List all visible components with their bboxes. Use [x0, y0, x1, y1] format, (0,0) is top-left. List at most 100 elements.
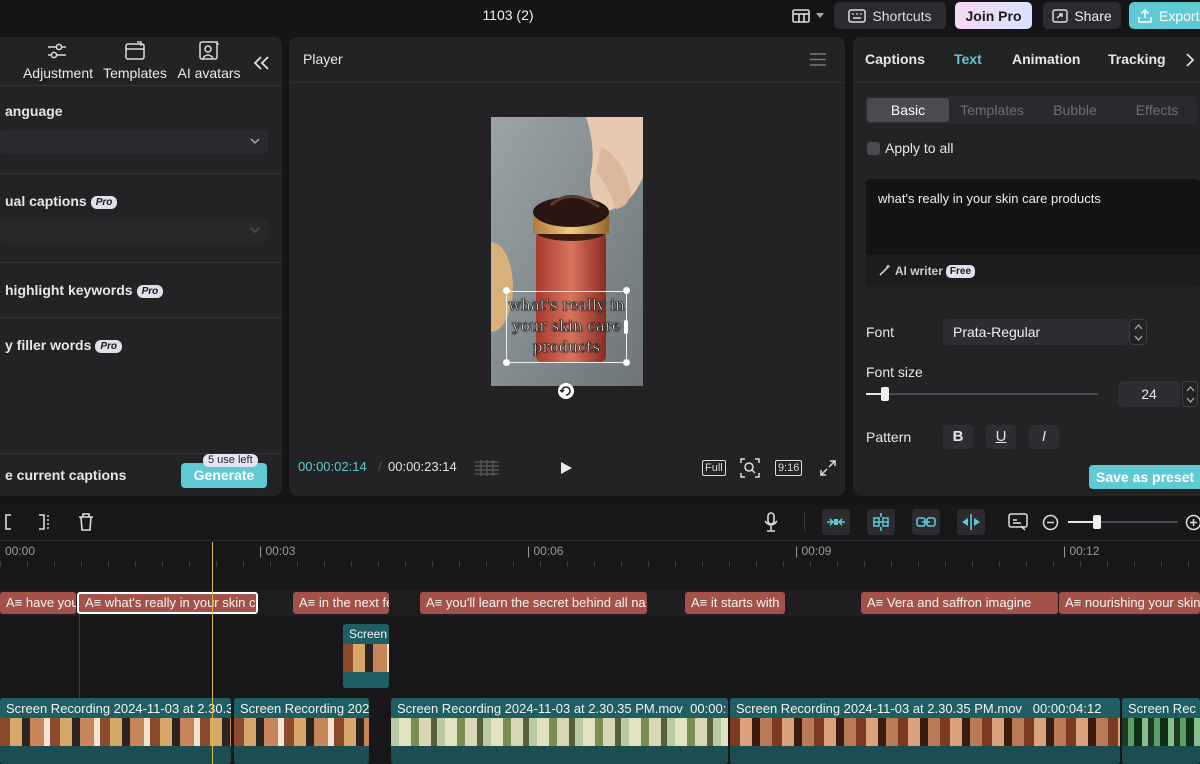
ai-writer-button[interactable]: AI writer Free — [878, 263, 976, 278]
caption-clip[interactable]: A≡ nourishing your skin — [1059, 592, 1200, 614]
dual-captions-row[interactable]: ual captions Pro — [5, 193, 118, 209]
video-clip[interactable]: Screen Recording 202 — [234, 698, 369, 764]
layout-button[interactable] — [788, 2, 828, 29]
resize-handle[interactable] — [623, 359, 630, 366]
language-select[interactable] — [0, 130, 268, 154]
microphone-icon[interactable] — [764, 512, 778, 532]
share-button[interactable]: Share — [1043, 2, 1121, 29]
tab-tracking[interactable]: Tracking — [1108, 51, 1166, 67]
menu-icon[interactable] — [810, 53, 826, 66]
video-clip-label: Screen Recording 2024-11-03 at 2.30.35 P… — [736, 701, 1102, 716]
fullscreen-icon[interactable] — [820, 460, 836, 476]
collapse-panel-icon[interactable] — [253, 55, 271, 71]
tab-captions[interactable]: Captions — [865, 51, 925, 67]
caption-clip[interactable]: A≡ in the next fe — [293, 592, 389, 614]
caption-overlay-text: what's really in your skin care products — [508, 296, 625, 357]
pattern-label: Pattern — [866, 429, 912, 445]
bold-button[interactable]: B — [943, 425, 973, 449]
player-header-divider — [289, 82, 845, 83]
highlight-keywords-label: highlight keywords — [5, 282, 133, 298]
main-track-magnet-button[interactable] — [822, 509, 850, 535]
timeline-zoom-slider[interactable] — [1068, 515, 1178, 529]
preview-axis-button[interactable] — [957, 509, 985, 535]
toolbar-ai-avatars-label: AI avatars — [177, 65, 241, 81]
join-pro-button[interactable]: Join Pro — [955, 2, 1032, 29]
tab-animation[interactable]: Animation — [1012, 51, 1080, 67]
timecode-grid-icon[interactable] — [475, 460, 499, 476]
resize-handle[interactable] — [623, 287, 630, 294]
caption-text-value: what's really in your skin care products — [878, 191, 1101, 206]
video-preview[interactable]: what's really in your skin care products — [491, 117, 643, 386]
playhead[interactable] — [212, 542, 213, 764]
uses-left-badge: 5 use left — [203, 454, 258, 467]
section-divider — [0, 173, 282, 174]
toolbar-separator — [804, 513, 805, 531]
caption-clip-selected[interactable]: A≡ what's really in your skin c — [77, 592, 258, 614]
subtab-bar: Basic Templates Bubble Effects — [865, 96, 1197, 124]
caption-screen-icon[interactable] — [1008, 513, 1028, 531]
font-size-slider[interactable] — [866, 387, 1098, 401]
save-as-preset-button[interactable]: Save as preset — [1089, 465, 1200, 489]
caption-clip[interactable]: A≡ Vera and saffron imagine — [861, 592, 1058, 614]
delete-icon[interactable] — [78, 513, 94, 531]
font-size-slider-thumb[interactable] — [880, 387, 889, 401]
caption-text-area[interactable]: what's really in your skin care products — [866, 179, 1200, 255]
shortcuts-label: Shortcuts — [872, 7, 932, 24]
toolbar-adjustment[interactable]: Adjustment — [18, 41, 98, 85]
clip-audio-bar — [0, 746, 231, 764]
tab-text[interactable]: Text — [954, 51, 982, 67]
play-icon[interactable] — [560, 461, 573, 475]
caption-clip[interactable]: A≡ it starts with — [685, 592, 785, 614]
ruler-label: | 00:06 — [527, 544, 564, 558]
font-stepper[interactable] — [1129, 319, 1147, 345]
zoom-in-icon[interactable] — [1185, 514, 1200, 531]
resize-handle[interactable] — [503, 359, 510, 366]
share-label: Share — [1074, 7, 1112, 24]
apply-to-all-checkbox[interactable] — [867, 142, 880, 155]
overlay-video-clip[interactable]: Screen — [343, 624, 389, 688]
zoom-slider-fill — [1068, 521, 1096, 523]
subtab-templates[interactable]: Templates — [951, 98, 1033, 122]
video-clip[interactable]: Screen Recording 2024-11-03 at 2.30.35 P… — [391, 698, 728, 764]
split-right-icon[interactable] — [38, 514, 50, 530]
full-button[interactable]: Full — [702, 460, 726, 476]
pro-badge: Pro — [95, 340, 123, 353]
subtab-bubble[interactable]: Bubble — [1034, 98, 1116, 122]
font-select[interactable]: Prata-Regular — [943, 319, 1129, 345]
auto-snap-button[interactable] — [867, 509, 895, 535]
export-button[interactable]: Export — [1129, 2, 1200, 29]
subtab-effects[interactable]: Effects — [1117, 98, 1197, 122]
rotate-icon[interactable] — [557, 382, 575, 400]
underline-button[interactable]: U — [986, 425, 1016, 449]
zoom-out-icon[interactable] — [1042, 514, 1059, 531]
filler-words-row[interactable]: y filler words Pro — [5, 337, 123, 353]
font-size-stepper[interactable] — [1182, 381, 1198, 407]
clip-thumbnail — [343, 644, 389, 672]
caption-clip[interactable]: A≡ have you — [0, 592, 76, 614]
toolbar-templates[interactable]: Templates — [100, 41, 170, 85]
subtab-basic[interactable]: Basic — [867, 98, 949, 122]
total-time: 00:00:23:14 — [388, 459, 457, 474]
video-clip[interactable]: Screen Recording 2024-11-03 at 2.30.35 P… — [730, 698, 1120, 764]
italic-button[interactable]: I — [1029, 425, 1059, 449]
player-panel: Player what's really in your skin care p… — [289, 37, 845, 496]
split-left-icon[interactable] — [4, 514, 12, 530]
font-size-input[interactable]: 24 — [1118, 381, 1180, 407]
dual-language-select[interactable] — [0, 219, 268, 243]
aspect-ratio-button[interactable]: 9:16 — [775, 460, 803, 476]
chevron-right-icon[interactable] — [1186, 53, 1195, 67]
zoom-slider-thumb[interactable] — [1093, 515, 1101, 529]
toolbar-ai-avatars[interactable]: AI avatars — [174, 41, 244, 85]
language-label: anguage — [5, 103, 63, 119]
zoom-fit-icon[interactable] — [740, 458, 760, 478]
ruler-label: | 00:03 — [259, 544, 296, 558]
resize-handle[interactable] — [503, 287, 510, 294]
linkage-button[interactable] — [912, 509, 940, 535]
video-clip[interactable]: Screen Recording 2024-11-03 at 2.30.3 — [0, 698, 231, 764]
shortcuts-button[interactable]: Shortcuts — [834, 2, 946, 29]
clip-audio-bar — [234, 746, 369, 764]
filler-words-label: y filler words — [5, 337, 92, 353]
caption-clip[interactable]: A≡ you'll learn the secret behind all na — [420, 592, 647, 614]
video-clip[interactable]: Screen Rec — [1122, 698, 1200, 764]
highlight-keywords-row[interactable]: highlight keywords Pro — [5, 282, 164, 298]
